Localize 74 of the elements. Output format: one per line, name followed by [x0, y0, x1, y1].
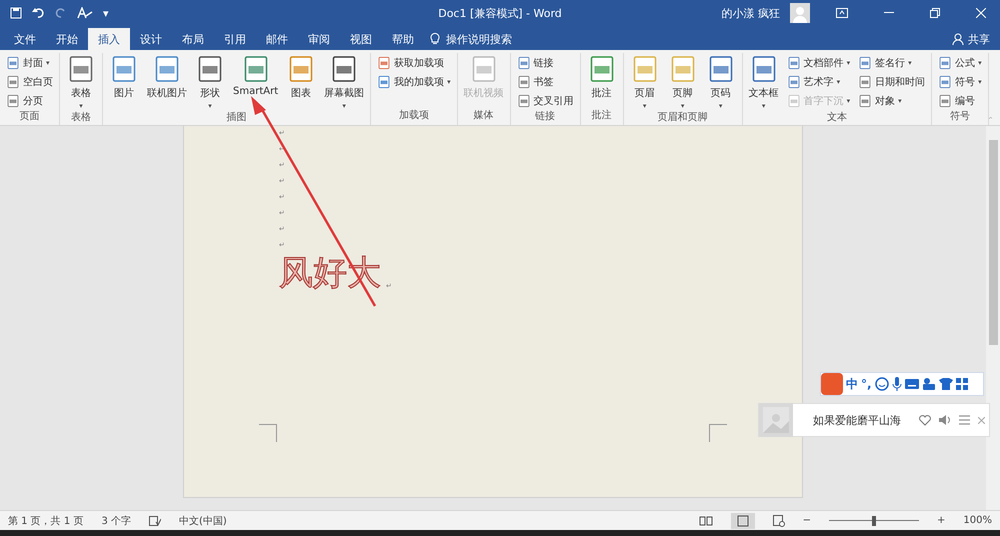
speaker-icon[interactable] [939, 415, 951, 425]
save-icon[interactable] [10, 7, 22, 19]
ribbon-tab[interactable]: 邮件 [256, 28, 298, 50]
ribbon-button[interactable]: 链接 [514, 53, 576, 72]
ribbon-tab[interactable]: 文件 [4, 28, 46, 50]
format-icon[interactable] [77, 7, 93, 19]
group-label: 插图 [226, 111, 248, 125]
ribbon-button[interactable]: 编号 [936, 91, 984, 110]
ime-mode[interactable]: 中 [846, 376, 858, 392]
ribbon-tab[interactable]: 引用 [214, 28, 256, 50]
zoom-out-button[interactable]: − [802, 515, 812, 526]
zoom-in-button[interactable]: + [937, 515, 946, 526]
group-label: 页面 [18, 110, 40, 124]
ribbon-button[interactable]: 联机图片 [145, 53, 189, 101]
ribbon-button[interactable]: 图表 [284, 53, 318, 101]
ribbon-tab[interactable]: 设计 [130, 28, 172, 50]
ribbon-tab[interactable]: 帮助 [382, 28, 424, 50]
group-label: 媒体 [472, 109, 495, 123]
scroll-thumb[interactable] [988, 140, 998, 345]
restore-icon[interactable] [930, 8, 940, 18]
ribbon-button[interactable]: SmartArt [231, 53, 280, 98]
lightbulb-icon [430, 31, 440, 45]
crop-mark [259, 424, 277, 442]
web-layout-icon[interactable] [772, 514, 785, 526]
scrollbar[interactable] [986, 126, 1000, 510]
person-icon [952, 33, 964, 45]
read-mode-icon[interactable] [698, 516, 713, 526]
group-label: 链接 [534, 110, 556, 124]
ribbon-button[interactable]: 批注 [584, 53, 619, 101]
crop-mark [709, 424, 727, 442]
ime-punctuation[interactable]: °, [861, 377, 872, 391]
microphone-icon[interactable] [892, 377, 902, 391]
ribbon-button[interactable]: 获取加载项 [375, 53, 453, 72]
customize-dropdown[interactable]: ▾ [103, 6, 109, 20]
proofing-icon[interactable] [149, 516, 161, 526]
ribbon-button[interactable]: 日期和时间 [856, 72, 928, 91]
share-button[interactable]: 共享 [964, 28, 1000, 50]
ribbon-button[interactable]: 书签 [514, 72, 576, 91]
ribbon-tab[interactable]: 开始 [46, 28, 88, 50]
language[interactable]: 中文(中国) [179, 514, 227, 528]
grid-icon[interactable] [956, 378, 968, 390]
ribbon-button[interactable]: 交叉引用 [514, 91, 576, 110]
playlist-icon[interactable] [959, 415, 970, 425]
window-title: Doc1 [兼容模式] - Word [437, 6, 563, 21]
print-layout-icon[interactable] [730, 512, 755, 528]
ribbon-button[interactable]: 空白页 [4, 72, 55, 91]
group-label: 加载项 [398, 109, 430, 123]
word-count[interactable]: 3 个字 [101, 514, 131, 528]
ribbon-button[interactable]: 图片 [107, 53, 141, 101]
group-label: 页眉和页脚 [656, 111, 709, 125]
group-label: 文本 [826, 111, 848, 125]
ribbon-tab[interactable]: 视图 [340, 28, 382, 50]
ribbon-button[interactable]: 分页 [4, 91, 55, 110]
group-label: 表格 [70, 111, 92, 125]
ribbon-tab[interactable]: 插入 [88, 28, 130, 50]
ribbon-tab[interactable]: 布局 [172, 28, 214, 50]
keyboard-icon[interactable] [904, 379, 919, 389]
zoom-thumb[interactable] [872, 516, 876, 526]
group-label: 符号 [948, 110, 971, 124]
page-count[interactable]: 第 1 页，共 1 页 [8, 514, 84, 528]
user-name: 的小漾 疯狂 [722, 6, 780, 20]
heart-icon[interactable] [919, 414, 931, 426]
undo-icon[interactable] [32, 7, 45, 19]
redo-icon [55, 7, 67, 19]
minimize-icon[interactable] [884, 12, 894, 14]
shirt-icon[interactable] [938, 378, 953, 390]
tell-me-search[interactable]: 操作说明搜索 [446, 28, 522, 50]
user-icon[interactable] [922, 378, 936, 390]
zoom-level[interactable]: 100% [963, 515, 992, 526]
ribbon-display-icon[interactable] [836, 8, 848, 18]
ribbon-tab[interactable]: 审阅 [298, 28, 340, 50]
group-label: 批注 [590, 109, 613, 123]
song-title: 如果爱能磨平山海 [813, 412, 901, 428]
smiley-icon[interactable] [874, 377, 889, 391]
